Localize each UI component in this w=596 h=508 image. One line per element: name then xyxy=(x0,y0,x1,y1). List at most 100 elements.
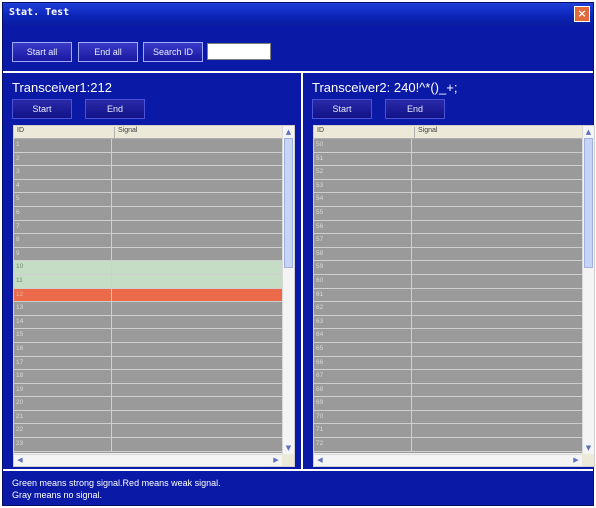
start-all-button[interactable]: Start all xyxy=(12,42,72,62)
table-row[interactable]: 17 xyxy=(14,356,282,371)
column-header-id[interactable]: ID xyxy=(317,127,324,134)
column-separator xyxy=(411,288,412,302)
column-header-signal[interactable]: Signal xyxy=(414,127,437,139)
table-row[interactable]: 54 xyxy=(314,193,582,207)
transceiver2-end-button[interactable]: End xyxy=(385,99,445,119)
end-all-button[interactable]: End all xyxy=(78,42,138,62)
table-row[interactable]: 2 xyxy=(14,152,282,167)
close-button[interactable]: × xyxy=(574,6,590,22)
table-row[interactable]: 18 xyxy=(14,370,282,384)
transceiver2-start-button[interactable]: Start xyxy=(312,99,372,119)
table-row[interactable]: 6 xyxy=(14,206,282,221)
column-separator xyxy=(111,234,112,247)
table-row[interactable]: 13 xyxy=(14,302,282,316)
transceiver2-grid[interactable]: ID Signal 50 51 52 53 54 55 56 57 58 59 60 61 62 63 64… xyxy=(313,125,595,467)
scroll-down-icon[interactable]: ▼ xyxy=(584,443,593,453)
table-row[interactable]: 56 xyxy=(314,220,582,235)
row-id: 10 xyxy=(16,263,24,271)
column-separator xyxy=(111,220,112,234)
table-row[interactable]: 10 xyxy=(14,261,282,275)
row-id: 66 xyxy=(316,358,324,366)
column-separator xyxy=(411,302,412,315)
table-row[interactable]: 71 xyxy=(314,424,582,439)
table-row[interactable]: 23 xyxy=(14,438,282,452)
column-separator xyxy=(111,315,112,329)
table-row[interactable]: 7 xyxy=(14,220,282,235)
table-row[interactable]: 60 xyxy=(314,274,582,289)
table-row[interactable]: 12 xyxy=(14,288,282,303)
table-row[interactable]: 52 xyxy=(314,166,582,180)
status-divider xyxy=(3,469,593,471)
table-row[interactable]: 70 xyxy=(314,410,582,425)
transceiver2-panel: Transceiver2: 240!^*()_+; Start End ID S… xyxy=(307,75,595,467)
scroll-up-icon[interactable]: ▲ xyxy=(584,127,593,137)
table-row[interactable]: 67 xyxy=(314,370,582,384)
table-row[interactable]: 53 xyxy=(314,179,582,194)
row-id: 21 xyxy=(16,412,24,420)
row-id: 17 xyxy=(16,358,24,366)
table-row[interactable]: 22 xyxy=(14,424,282,439)
table-row[interactable]: 63 xyxy=(314,315,582,330)
scroll-right-icon[interactable]: ▶ xyxy=(271,456,281,465)
table-row[interactable]: 5 xyxy=(14,193,282,207)
table-row[interactable]: 59 xyxy=(314,261,582,275)
row-id: 7 xyxy=(16,222,20,230)
row-id: 16 xyxy=(16,344,24,352)
table-row[interactable]: 51 xyxy=(314,152,582,167)
table-row[interactable]: 11 xyxy=(14,274,282,289)
table-row[interactable]: 16 xyxy=(14,342,282,357)
table-row[interactable]: 58 xyxy=(314,247,582,262)
table-row[interactable]: 62 xyxy=(314,302,582,316)
horizontal-scrollbar[interactable]: ◀ ▶ xyxy=(314,454,582,466)
row-id: 12 xyxy=(16,290,24,298)
transceiver1-grid[interactable]: ID Signal 1 2 3 4 5 6 7 8 9 10 11 12 13 14 15 16 17 18 19 2… xyxy=(13,125,295,467)
vertical-scrollbar[interactable]: ▲ ▼ xyxy=(282,126,294,454)
table-row[interactable]: 55 xyxy=(314,206,582,221)
table-row[interactable]: 61 xyxy=(314,288,582,303)
horizontal-scrollbar[interactable]: ◀ ▶ xyxy=(14,454,282,466)
table-row[interactable]: 66 xyxy=(314,356,582,371)
transceiver1-start-button[interactable]: Start xyxy=(12,99,72,119)
scroll-up-icon[interactable]: ▲ xyxy=(284,127,293,137)
table-row[interactable]: 68 xyxy=(314,383,582,398)
column-separator xyxy=(411,397,412,410)
scroll-down-icon[interactable]: ▼ xyxy=(284,443,293,453)
column-header-id[interactable]: ID xyxy=(17,127,24,134)
row-id: 9 xyxy=(16,249,20,257)
table-row[interactable]: 50 xyxy=(314,139,582,153)
main-window: Stat. Test × Start all End all Search ID… xyxy=(2,2,595,506)
scroll-thumb[interactable] xyxy=(584,138,593,268)
table-row[interactable]: 69 xyxy=(314,397,582,411)
table-row[interactable]: 20 xyxy=(14,397,282,411)
table-row[interactable]: 14 xyxy=(14,315,282,330)
table-row[interactable]: 1 xyxy=(14,139,282,153)
table-row[interactable]: 8 xyxy=(14,234,282,248)
scroll-left-icon[interactable]: ◀ xyxy=(15,456,25,465)
vertical-scrollbar[interactable]: ▲ ▼ xyxy=(582,126,594,454)
table-row[interactable]: 21 xyxy=(14,410,282,425)
toolbar-divider xyxy=(3,71,593,73)
title-bar[interactable]: Stat. Test × xyxy=(3,3,593,25)
table-row[interactable]: 9 xyxy=(14,247,282,262)
transceiver1-end-button[interactable]: End xyxy=(85,99,145,119)
table-row[interactable]: 65 xyxy=(314,342,582,357)
column-separator xyxy=(111,424,112,438)
table-row[interactable]: 19 xyxy=(14,383,282,398)
table-row[interactable]: 64 xyxy=(314,329,582,343)
row-id: 61 xyxy=(316,290,324,298)
row-id: 54 xyxy=(316,195,324,203)
column-separator xyxy=(111,166,112,179)
table-row[interactable]: 4 xyxy=(14,179,282,194)
scroll-thumb[interactable] xyxy=(284,138,293,268)
search-id-input[interactable] xyxy=(207,43,271,60)
scroll-left-icon[interactable]: ◀ xyxy=(315,456,325,465)
row-id: 8 xyxy=(16,236,20,244)
search-id-button[interactable]: Search ID xyxy=(143,42,203,62)
table-row[interactable]: 15 xyxy=(14,329,282,343)
scroll-right-icon[interactable]: ▶ xyxy=(571,456,581,465)
table-row[interactable]: 3 xyxy=(14,166,282,180)
table-row[interactable]: 57 xyxy=(314,234,582,248)
table-row[interactable]: 72 xyxy=(314,438,582,452)
column-header-signal[interactable]: Signal xyxy=(114,127,137,139)
transceiver1-title: Transceiver1:212 xyxy=(12,80,112,95)
